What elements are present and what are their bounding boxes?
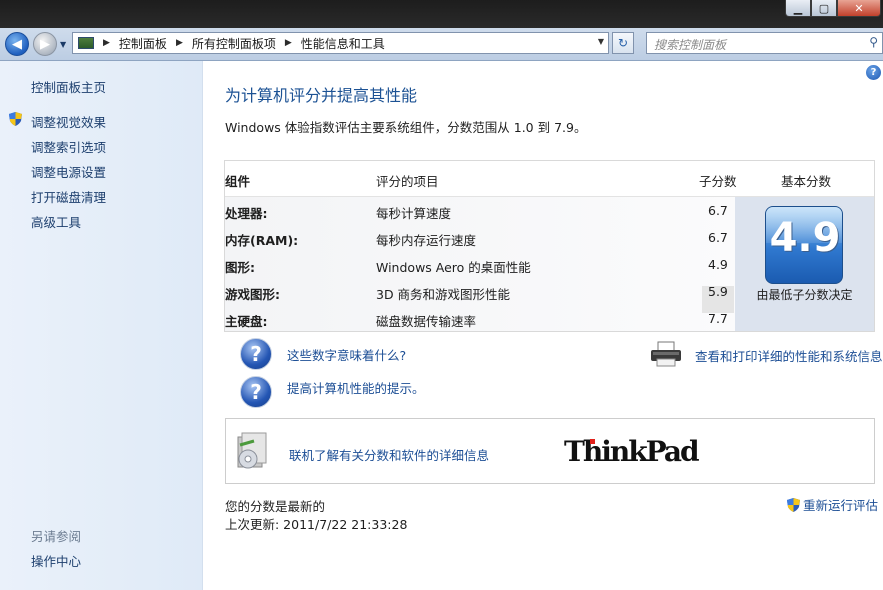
header-subscore: 子分数 [699, 174, 737, 189]
base-score-note: 由最低子分数决定 [756, 288, 853, 302]
base-score-badge: 4.9 [765, 206, 843, 284]
question-icon: ? [240, 376, 272, 408]
title-bar: ▁ ▢ ✕ [0, 0, 883, 28]
row-item: 磁盘数据传输速率 [376, 314, 477, 329]
row-component: 游戏图形: [225, 287, 280, 302]
row-score: 7.7 [708, 311, 728, 326]
uac-shield-icon [9, 112, 22, 126]
performance-window: ▁ ▢ ✕ ◀ ▶ ▼ ▶ 控制面板 ▶ 所有控制面板项 ▶ 性能信息和工具 ▼… [0, 0, 883, 590]
see-also-heading: 另请参阅 [31, 529, 82, 544]
address-bar[interactable]: ▶ 控制面板 ▶ 所有控制面板项 ▶ 性能信息和工具 ▼ [72, 32, 609, 54]
breadcrumb-item-control-panel[interactable]: 控制面板 [119, 35, 167, 52]
recent-pages-dropdown-icon[interactable]: ▼ [60, 40, 66, 49]
score-table: 组件 评分的项目 子分数 基本分数 处理器: 每秒计算速度 6.7 内存(RAM… [224, 160, 875, 332]
table-row: 处理器: 每秒计算速度 6.7 [225, 197, 735, 224]
sidebar-item-power-settings[interactable]: 调整电源设置 [31, 162, 106, 181]
page-title: 为计算机评分并提高其性能 [225, 86, 418, 105]
breadcrumb: ▶ 控制面板 ▶ 所有控制面板项 ▶ 性能信息和工具 [94, 35, 385, 52]
brand-logo-text: ThinkPad [564, 435, 700, 468]
header-rated-item: 评分的项目 [376, 174, 439, 189]
thinkpad-logo: ThinkPad [564, 435, 700, 468]
what-numbers-mean-link[interactable]: 这些数字意味着什么? [287, 345, 406, 364]
breadcrumb-chevron-icon[interactable]: ▶ [285, 38, 292, 48]
help-icon[interactable]: ? [866, 65, 881, 80]
search-placeholder: 搜索控制面板 [654, 38, 727, 52]
address-dropdown-icon[interactable]: ▼ [598, 37, 604, 46]
row-score: 5.9 [708, 284, 728, 299]
software-package-icon [237, 432, 267, 469]
row-score: 4.9 [708, 257, 728, 272]
sidebar-item-disk-cleanup[interactable]: 打开磁盘清理 [31, 187, 106, 206]
print-details-link[interactable]: 查看和打印详细的性能和系统信息 [695, 346, 883, 365]
row-item: 3D 商务和游戏图形性能 [376, 287, 511, 302]
back-button[interactable]: ◀ [5, 32, 29, 56]
main-content: ? 为计算机评分并提高其性能 Windows 体验指数评估主要系统组件，分数范围… [203, 61, 883, 590]
table-row: 图形: Windows Aero 的桌面性能 4.9 [225, 251, 735, 278]
sidebar-home-link[interactable]: 控制面板主页 [31, 77, 106, 96]
row-score: 6.7 [708, 203, 728, 218]
maximize-button[interactable]: ▢ [811, 0, 837, 17]
header-base-score: 基本分数 [781, 174, 832, 189]
page-description: Windows 体验指数评估主要系统组件，分数范围从 1.0 到 7.9。 [225, 120, 587, 135]
question-icon: ? [240, 338, 272, 370]
row-component: 内存(RAM): [225, 233, 299, 248]
search-input[interactable]: 搜索控制面板 ⚲ [646, 32, 883, 54]
uac-shield-icon [787, 497, 800, 512]
forward-button[interactable]: ▶ [33, 32, 57, 56]
online-info-link[interactable]: 联机了解有关分数和软件的详细信息 [289, 445, 489, 464]
printer-icon [651, 341, 681, 367]
navigation-bar: ◀ ▶ ▼ ▶ 控制面板 ▶ 所有控制面板项 ▶ 性能信息和工具 ▼ ↻ 搜索控… [0, 28, 883, 61]
table-body: 处理器: 每秒计算速度 6.7 内存(RAM): 每秒内存运行速度 6.7 图形… [225, 197, 735, 331]
table-row: 游戏图形: 3D 商务和游戏图形性能 5.9 [225, 278, 735, 305]
minimize-button[interactable]: ▁ [785, 0, 811, 17]
table-row: 主硬盘: 磁盘数据传输速率 7.7 [225, 305, 735, 332]
sidebar: 控制面板主页 调整视觉效果 调整索引选项 调整电源设置 打开磁盘清理 高级工具 … [0, 61, 203, 590]
sidebar-item-visual-effects[interactable]: 调整视觉效果 [31, 112, 106, 131]
breadcrumb-item-all-items[interactable]: 所有控制面板项 [192, 35, 276, 52]
base-score-panel: 4.9 由最低子分数决定 [735, 197, 874, 331]
row-item: Windows Aero 的桌面性能 [376, 260, 531, 275]
row-component: 处理器: [225, 206, 268, 221]
breadcrumb-item-performance[interactable]: 性能信息和工具 [301, 35, 385, 52]
refresh-button[interactable]: ↻ [612, 32, 634, 54]
row-score: 6.7 [708, 230, 728, 245]
online-info-box: 联机了解有关分数和软件的详细信息 ThinkPad [225, 418, 875, 484]
sidebar-item-index-options[interactable]: 调整索引选项 [31, 137, 106, 156]
breadcrumb-chevron-icon[interactable]: ▶ [103, 38, 110, 48]
performance-tips-link[interactable]: 提高计算机性能的提示。 [287, 378, 425, 397]
search-icon[interactable]: ⚲ [869, 35, 878, 49]
control-panel-icon [78, 37, 94, 49]
rerun-assessment-link[interactable]: 重新运行评估 [787, 495, 878, 514]
base-score-value: 4.9 [769, 215, 841, 261]
close-button[interactable]: ✕ [837, 0, 881, 17]
sidebar-item-action-center[interactable]: 操作中心 [31, 551, 81, 570]
breadcrumb-chevron-icon[interactable]: ▶ [176, 38, 183, 48]
table-row: 内存(RAM): 每秒内存运行速度 6.7 [225, 224, 735, 251]
logo-red-dot [590, 439, 595, 444]
last-update-timestamp: 上次更新: 2011/7/22 21:33:28 [225, 517, 408, 532]
score-status: 您的分数是最新的 [225, 499, 326, 514]
table-header: 组件 评分的项目 子分数 基本分数 [225, 161, 874, 197]
row-item: 每秒内存运行速度 [376, 233, 477, 248]
row-component: 主硬盘: [225, 314, 268, 329]
header-component: 组件 [225, 174, 251, 189]
window-controls: ▁ ▢ ✕ [785, 0, 881, 18]
sidebar-item-advanced-tools[interactable]: 高级工具 [31, 212, 81, 231]
row-component: 图形: [225, 260, 255, 275]
rerun-label[interactable]: 重新运行评估 [803, 495, 878, 514]
row-item: 每秒计算速度 [376, 206, 452, 221]
